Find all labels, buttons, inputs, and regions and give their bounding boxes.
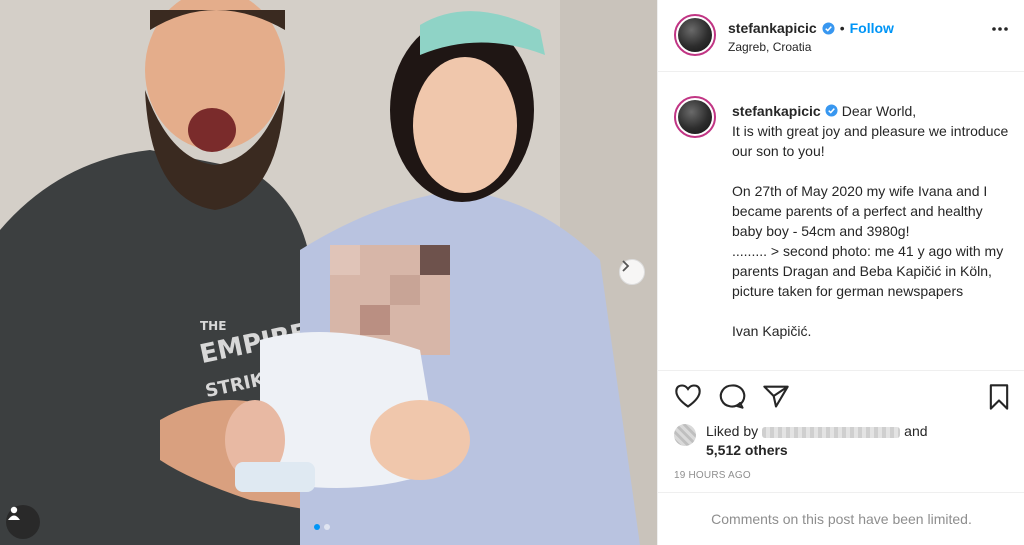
verified-badge-icon	[822, 21, 835, 35]
heart-icon[interactable]	[674, 383, 702, 409]
carousel-dot-2	[324, 524, 330, 530]
username-link[interactable]: stefankapicic	[728, 20, 817, 36]
location-link[interactable]: Zagreb, Croatia	[728, 40, 811, 54]
post-photo[interactable]: THE EMPIRE STRIKES BACK	[0, 0, 657, 545]
user-tag-button[interactable]	[6, 505, 40, 539]
shirt-print-the: THE	[200, 319, 226, 333]
likes-and: and	[904, 423, 928, 439]
chevron-right-icon	[622, 260, 630, 272]
avatar[interactable]	[674, 14, 716, 56]
bookmark-icon[interactable]	[987, 383, 1011, 411]
caption-username[interactable]: stefankapicic	[732, 103, 821, 119]
post-actions	[658, 370, 1024, 428]
caption-avatar[interactable]	[674, 96, 716, 138]
comments-limited-notice: Comments on this post have been limited.	[658, 492, 1024, 545]
post-side-panel: stefankapicic • Follow Zagreb, Croatia s…	[657, 0, 1024, 545]
photo-illustration: THE EMPIRE STRIKES BACK	[0, 0, 657, 545]
post-header: stefankapicic • Follow Zagreb, Croatia	[658, 0, 1024, 72]
likes-prefix: Liked by	[706, 423, 759, 439]
caption-body: Dear World, It is with great joy and ple…	[732, 103, 1009, 339]
liked-by-avatar[interactable]	[674, 424, 696, 446]
share-icon[interactable]	[762, 383, 790, 409]
separator-dot: •	[839, 20, 845, 36]
post-timestamp[interactable]: 19 HOURS AGO	[674, 470, 751, 481]
more-options-icon[interactable]	[991, 26, 1009, 32]
likes-count-link[interactable]: 5,512 others	[706, 442, 788, 458]
verified-badge-icon	[825, 104, 838, 117]
post-caption: stefankapicic Dear World, It is with grea…	[658, 88, 1024, 370]
user-tag-icon	[8, 506, 20, 520]
liked-by-username-redacted[interactable]	[762, 426, 901, 438]
carousel-next-button[interactable]	[619, 259, 645, 285]
likes-summary: Liked by and 5,512 others	[706, 422, 928, 460]
carousel-indicators	[314, 524, 330, 530]
follow-button[interactable]: Follow	[850, 20, 894, 36]
caption-text: stefankapicic Dear World, It is with grea…	[732, 101, 1014, 341]
carousel-dot-1	[314, 524, 320, 530]
comment-icon[interactable]	[718, 383, 746, 409]
